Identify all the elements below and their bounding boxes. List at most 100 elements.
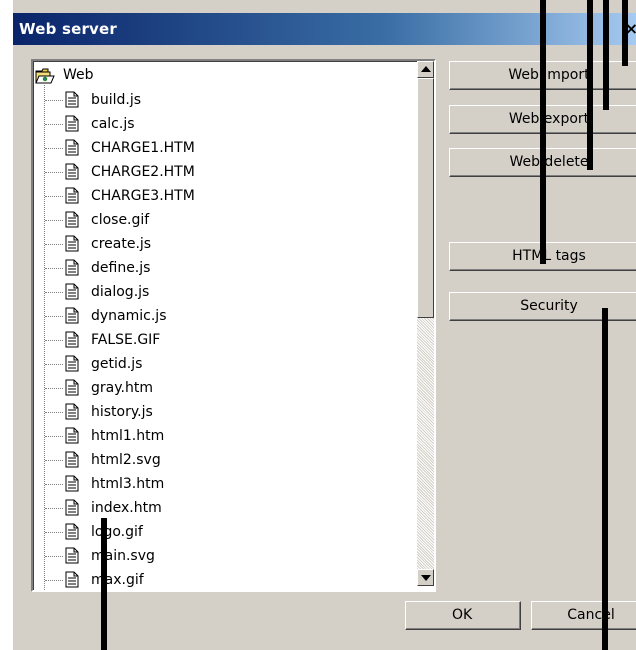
callout-line-export — [603, 0, 609, 110]
tree-connector — [45, 484, 63, 485]
tree-connector — [45, 532, 63, 533]
tree-item-label: dynamic.js — [91, 308, 167, 324]
left-margin — [0, 0, 13, 650]
tree-item-label: calc.js — [91, 116, 135, 132]
tree-item[interactable]: FALSE.GIF — [33, 329, 413, 353]
open-folder-icon — [35, 68, 55, 84]
tree-connector — [45, 148, 63, 149]
document-icon — [65, 547, 79, 564]
tree-item[interactable]: build.js — [33, 89, 413, 113]
tree-connector — [45, 364, 63, 365]
vertical-scrollbar[interactable] — [417, 61, 434, 586]
tree-item-label: history.js — [91, 404, 153, 420]
tree-item[interactable]: CHARGE1.HTM — [33, 137, 413, 161]
tree-item-label: build.js — [91, 92, 142, 108]
tree-item[interactable]: define.js — [33, 257, 413, 281]
tree-connector — [45, 436, 63, 437]
document-icon — [65, 211, 79, 228]
tree-item[interactable]: CHARGE2.HTM — [33, 161, 413, 185]
tree-item-label: dialog.js — [91, 284, 150, 300]
tree-item[interactable]: calc.js — [33, 113, 413, 137]
tree-item-label: html2.svg — [91, 452, 161, 468]
tree-connector — [45, 196, 63, 197]
tree-item[interactable]: html1.htm — [33, 425, 413, 449]
document-icon — [65, 235, 79, 252]
tree-connector — [45, 316, 63, 317]
document-icon — [65, 499, 79, 516]
tree-connector — [45, 580, 63, 581]
tree-item[interactable]: create.js — [33, 233, 413, 257]
tree-item-label: CHARGE3.HTM — [91, 188, 195, 204]
tree-root-label: Web — [63, 67, 94, 83]
callout-line-tree — [101, 518, 107, 650]
tree-item-label: CHARGE1.HTM — [91, 140, 195, 156]
tree-connector — [45, 412, 63, 413]
tree-item-label: index.htm — [91, 500, 162, 516]
tree-connector — [45, 244, 63, 245]
document-icon — [65, 379, 79, 396]
tree-connector — [45, 460, 63, 461]
callout-line-delete — [587, 0, 593, 170]
tree-connector — [45, 292, 63, 293]
document-icon — [65, 115, 79, 132]
tree-item-label: gray.htm — [91, 380, 153, 396]
document-icon — [65, 283, 79, 300]
tree-item-label: getid.js — [91, 356, 143, 372]
tree-connector — [45, 172, 63, 173]
document-icon — [65, 475, 79, 492]
tree-item[interactable]: html3.htm — [33, 473, 413, 497]
tree-connector — [45, 100, 63, 101]
window-title: Web server — [19, 20, 117, 38]
document-icon — [65, 451, 79, 468]
callout-line-html-tags — [540, 0, 546, 264]
tree-item-label: max.gif — [91, 572, 144, 588]
tree-connector — [45, 268, 63, 269]
tree-item[interactable]: main.svg — [33, 545, 413, 569]
tree-item[interactable]: html2.svg — [33, 449, 413, 473]
tree-item-label: FALSE.GIF — [91, 332, 161, 348]
scroll-thumb[interactable] — [417, 78, 434, 318]
tree-item[interactable]: max.gif — [33, 569, 413, 590]
document-icon — [65, 307, 79, 324]
tree-item[interactable]: dynamic.js — [33, 305, 413, 329]
tree-item[interactable]: getid.js — [33, 353, 413, 377]
web-server-dialog: Web server × Web build.js calc.js CHARGE1.… — [0, 0, 636, 650]
tree-connector — [45, 556, 63, 557]
tree-item-label: html3.htm — [91, 476, 165, 492]
tree-connector — [45, 388, 63, 389]
document-icon — [65, 163, 79, 180]
tree-item-label: create.js — [91, 236, 152, 252]
tree-connector — [45, 220, 63, 221]
cancel-button[interactable]: Cancel — [531, 601, 636, 630]
callout-line-import — [622, 0, 628, 66]
tree-item-label: CHARGE2.HTM — [91, 164, 195, 180]
tree-connector — [45, 340, 63, 341]
tree-connector — [45, 124, 63, 125]
document-icon — [65, 427, 79, 444]
scroll-up-button[interactable] — [417, 61, 434, 78]
ok-button[interactable]: OK — [405, 601, 521, 630]
tree-item[interactable]: CHARGE3.HTM — [33, 185, 413, 209]
tree-item[interactable]: index.htm — [33, 497, 413, 521]
scroll-down-button[interactable] — [417, 569, 434, 586]
document-icon — [65, 259, 79, 276]
file-tree[interactable]: Web build.js calc.js CHARGE1.HTM CHARGE2.HT… — [31, 59, 436, 592]
document-icon — [65, 187, 79, 204]
tree-item[interactable]: history.js — [33, 401, 413, 425]
tree-item-label: html1.htm — [91, 428, 165, 444]
tree-item[interactable]: dialog.js — [33, 281, 413, 305]
tree-item[interactable]: gray.htm — [33, 377, 413, 401]
tree-item[interactable]: logo.gif — [33, 521, 413, 545]
document-icon — [65, 403, 79, 420]
document-icon — [65, 91, 79, 108]
document-icon — [65, 331, 79, 348]
document-icon — [65, 139, 79, 156]
document-icon — [65, 355, 79, 372]
tree-item-label: close.gif — [91, 212, 150, 228]
document-icon — [65, 571, 79, 588]
callout-line-security — [602, 308, 608, 650]
tree-item[interactable]: close.gif — [33, 209, 413, 233]
tree-connector — [45, 508, 63, 509]
tree-item-label: define.js — [91, 260, 151, 276]
tree-item-label: logo.gif — [91, 524, 143, 540]
